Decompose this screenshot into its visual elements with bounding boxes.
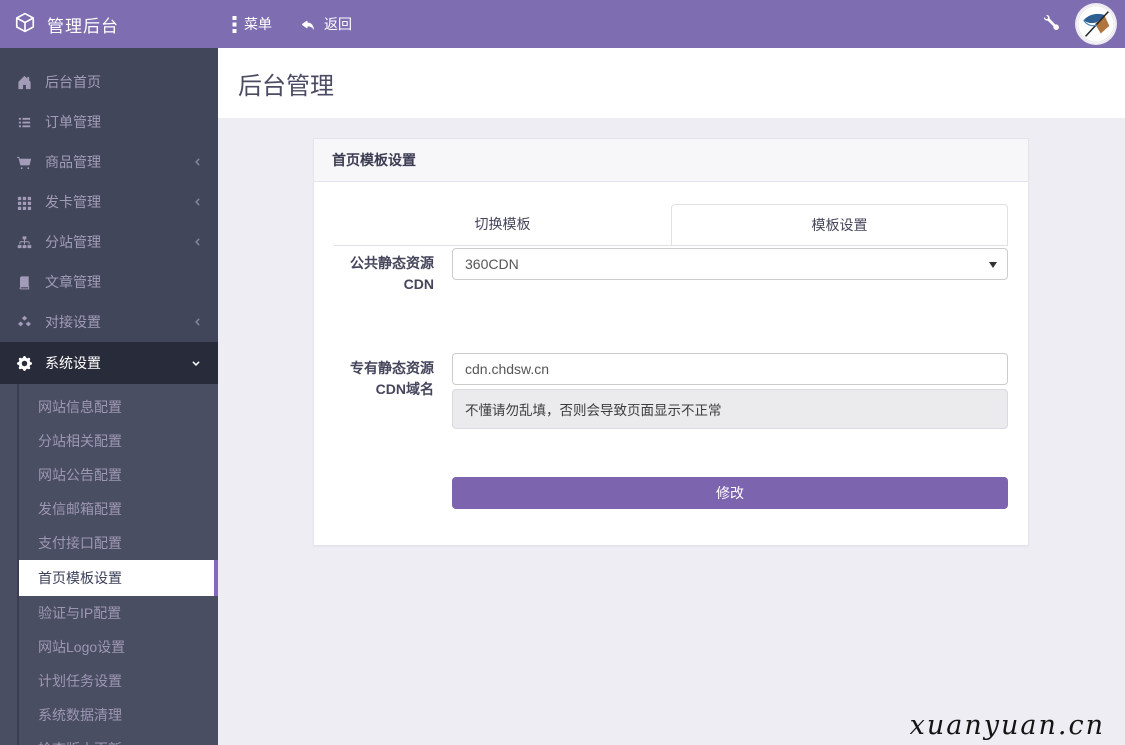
sitemap-icon: [16, 234, 32, 250]
private-cdn-row: 专有静态资源 CDN域名 不懂请勿乱填，否则会导致页面显示不正常: [334, 353, 1008, 429]
select-value: 360CDN: [465, 256, 519, 272]
book-icon: [16, 274, 32, 290]
submenu-item-announcement[interactable]: 网站公告配置: [0, 458, 218, 492]
private-cdn-label: 专有静态资源 CDN域名: [334, 353, 452, 429]
content-area: 首页模板设置 切换模板 模板设置 公共静态资源 CDN 360CDN: [218, 118, 1125, 745]
submenu-item-data-clean[interactable]: 系统数据清理: [0, 698, 218, 732]
chevron-left-icon: [193, 156, 202, 168]
card-body: 切换模板 模板设置 公共静态资源 CDN 360CDN: [314, 182, 1028, 545]
sidebar-item-label: 订单管理: [45, 112, 202, 132]
page-title: 后台管理: [238, 66, 334, 101]
template-settings-card: 首页模板设置 切换模板 模板设置 公共静态资源 CDN 360CDN: [313, 138, 1029, 546]
gear-icon: [16, 355, 32, 371]
tab-template-settings[interactable]: 模板设置: [671, 204, 1008, 245]
public-cdn-label: 公共静态资源 CDN: [334, 248, 452, 295]
sidebar-item-label: 对接设置: [45, 312, 193, 332]
avatar[interactable]: [1077, 5, 1115, 43]
cube-logo-icon: [14, 12, 36, 36]
private-cdn-input[interactable]: [452, 353, 1008, 385]
public-cdn-select[interactable]: 360CDN: [452, 248, 1008, 280]
system-settings-submenu: 网站信息配置 分站相关配置 网站公告配置 发信邮箱配置 支付接口配置 首页模板设…: [0, 384, 218, 745]
back-button-label: 返回: [324, 14, 352, 34]
sidebar-item-cards[interactable]: 发卡管理: [0, 182, 218, 222]
avatar-logo-image: [1077, 5, 1115, 43]
submenu-item-substation-config[interactable]: 分站相关配置: [0, 424, 218, 458]
main-area: 后台管理 首页模板设置 切换模板 模板设置 公共静态资源 CDN: [218, 48, 1125, 745]
menu-button-label: 菜单: [244, 14, 272, 34]
card-header: 首页模板设置: [314, 139, 1028, 182]
submenu-item-site-info[interactable]: 网站信息配置: [0, 390, 218, 424]
tab-bar: 切换模板 模板设置: [334, 204, 1008, 246]
vertical-dots-icon: [232, 16, 237, 33]
reply-arrow-icon: [300, 17, 317, 32]
sidebar-item-label: 商品管理: [45, 152, 193, 172]
submenu-item-logo[interactable]: 网站Logo设置: [0, 630, 218, 664]
sidebar-item-label: 后台首页: [45, 72, 202, 92]
topbar: 管理后台 菜单 返回: [0, 0, 1125, 48]
sidebar-item-orders[interactable]: 订单管理: [0, 102, 218, 142]
caret-down-icon: [989, 262, 997, 268]
chevron-down-icon: [190, 359, 202, 368]
submenu-item-verify-ip[interactable]: 验证与IP配置: [0, 596, 218, 630]
sidebar: 后台首页 订单管理 商品管理 发卡管理 分站管理: [0, 48, 218, 745]
chevron-left-icon: [193, 236, 202, 248]
menu-button[interactable]: 菜单: [218, 0, 286, 48]
brand[interactable]: 管理后台: [0, 12, 218, 37]
public-cdn-row: 公共静态资源 CDN 360CDN: [334, 248, 1008, 295]
tools-button[interactable]: [1026, 0, 1077, 48]
watermark-text: xuanyuan.cn: [910, 710, 1105, 741]
sidebar-item-system-settings[interactable]: 系统设置: [0, 342, 218, 384]
submenu-item-version-check[interactable]: 检查版本更新: [0, 732, 218, 745]
list-icon: [16, 114, 32, 130]
sidebar-item-dashboard[interactable]: 后台首页: [0, 62, 218, 102]
sidebar-item-label: 文章管理: [45, 272, 202, 292]
sidebar-item-label: 分站管理: [45, 232, 193, 252]
sidebar-item-label: 系统设置: [45, 353, 190, 373]
template-settings-form: 公共静态资源 CDN 360CDN 专有静态资源: [334, 248, 1008, 509]
chevron-left-icon: [193, 196, 202, 208]
sidebar-item-products[interactable]: 商品管理: [0, 142, 218, 182]
home-icon: [16, 74, 32, 90]
submit-row: 修改: [334, 477, 1008, 509]
wrench-icon: [1044, 15, 1059, 33]
sidebar-item-substations[interactable]: 分站管理: [0, 222, 218, 262]
chevron-left-icon: [193, 316, 202, 328]
submit-button[interactable]: 修改: [452, 477, 1008, 509]
page-header: 后台管理: [218, 48, 1125, 118]
private-cdn-help-text: 不懂请勿乱填，否则会导致页面显示不正常: [452, 389, 1008, 429]
submenu-item-payment[interactable]: 支付接口配置: [0, 526, 218, 560]
brand-title: 管理后台: [47, 12, 119, 37]
cubes-icon: [16, 314, 32, 330]
tab-switch-template[interactable]: 切换模板: [334, 204, 671, 245]
sidebar-item-label: 发卡管理: [45, 192, 193, 212]
back-button[interactable]: 返回: [286, 0, 366, 48]
sidebar-item-integration[interactable]: 对接设置: [0, 302, 218, 342]
submenu-item-cron[interactable]: 计划任务设置: [0, 664, 218, 698]
submenu-item-mail[interactable]: 发信邮箱配置: [0, 492, 218, 526]
grid-icon: [16, 194, 32, 210]
submenu-item-home-template[interactable]: 首页模板设置: [19, 560, 218, 596]
cart-icon: [16, 154, 32, 170]
sidebar-item-articles[interactable]: 文章管理: [0, 262, 218, 302]
